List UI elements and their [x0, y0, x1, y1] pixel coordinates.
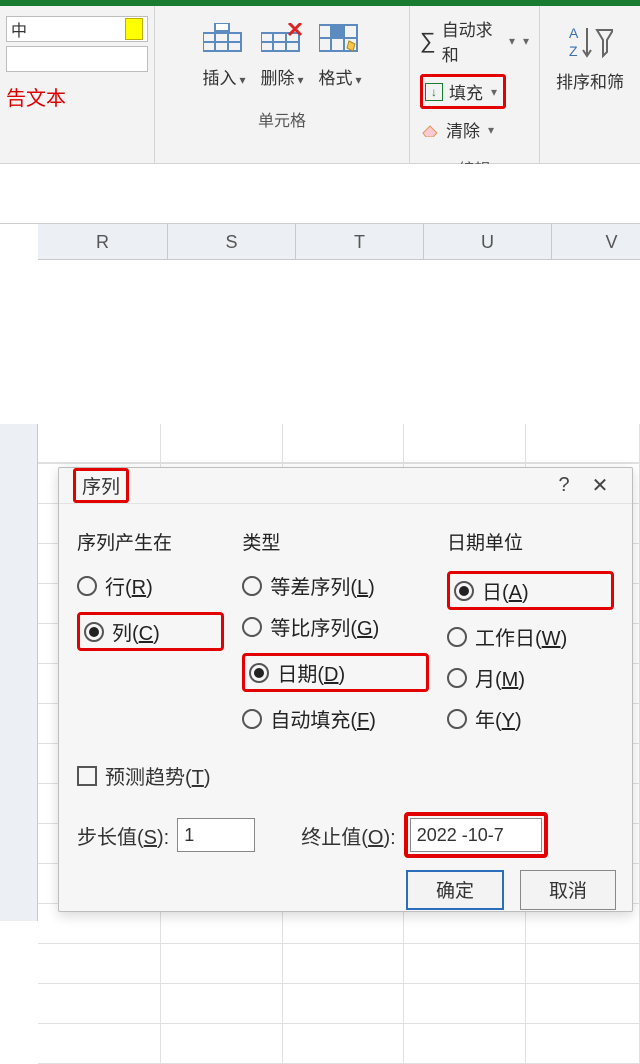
insert-label: 插入 — [202, 69, 236, 88]
series-in-label: 序列产生在 — [77, 528, 224, 555]
style-input[interactable]: 中 — [6, 16, 148, 42]
radio-column[interactable]: 列(C) — [84, 617, 211, 646]
ribbon: 中 告文本 插入▾ 删除▾ 格式▾ — [0, 6, 640, 164]
col-head-S[interactable]: S — [168, 224, 296, 260]
checkbox-icon — [77, 766, 97, 786]
warning-text: 告文本 — [6, 82, 148, 111]
row-headers — [0, 424, 38, 921]
ribbon-cells-group: 插入▾ 删除▾ 格式▾ 单元格 — [155, 6, 410, 163]
svg-text:A: A — [569, 25, 579, 41]
col-head-R[interactable]: R — [38, 224, 168, 260]
ribbon-left-panel: 中 告文本 — [0, 6, 155, 163]
radio-row[interactable]: 行(R) — [77, 571, 224, 600]
delete-button[interactable]: 删除▾ — [259, 18, 305, 89]
series-dialog: 序列 ? ✕ 序列产生在 行(R) 列(C) — [58, 467, 633, 912]
radio-linear[interactable]: 等差序列(L) — [242, 571, 429, 600]
eraser-icon — [420, 123, 440, 137]
clear-label: 清除 — [446, 117, 480, 142]
sort-filter-button[interactable]: AZ 排序和筛 — [556, 24, 624, 93]
formula-bar[interactable] — [0, 164, 640, 224]
format-cells-icon — [317, 18, 363, 58]
sort-label: 排序和筛 — [556, 68, 624, 93]
insert-cells-icon — [201, 18, 247, 58]
radio-year[interactable]: 年(Y) — [447, 704, 614, 733]
format-button[interactable]: 格式▾ — [317, 18, 363, 89]
fill-button[interactable]: ↓ 填充 ▾ — [420, 74, 506, 109]
trend-checkbox[interactable]: 预测趋势(T) — [77, 761, 614, 790]
column-headers-row: R S T U V — [38, 224, 640, 260]
dialog-header: 序列 ? ✕ — [59, 468, 632, 504]
radio-month[interactable]: 月(M) — [447, 663, 614, 692]
dialog-help-button[interactable]: ? — [546, 474, 582, 497]
dialog-footer: 确定 取消 — [59, 868, 632, 911]
style-input-value: 中 — [11, 17, 27, 41]
step-label: 步长值(S): — [77, 821, 169, 850]
ok-button[interactable]: 确定 — [406, 870, 504, 910]
step-input[interactable]: 1 — [177, 818, 255, 852]
dialog-title: 序列 — [73, 468, 129, 503]
fill-down-icon: ↓ — [425, 83, 443, 101]
cells-group-label: 单元格 — [258, 107, 306, 131]
date-unit-label: 日期单位 — [447, 528, 614, 555]
radio-day[interactable]: 日(A) — [454, 576, 601, 605]
ribbon-sort-group: AZ 排序和筛 — [540, 6, 640, 163]
col-head-U[interactable]: U — [424, 224, 552, 260]
radio-date[interactable]: 日期(D) — [249, 658, 416, 687]
insert-button[interactable]: 插入▾ — [201, 18, 247, 89]
clear-button[interactable]: 清除 ▾ — [420, 117, 494, 142]
delete-label: 删除 — [260, 69, 294, 88]
delete-cells-icon — [259, 18, 305, 58]
svg-text:Z: Z — [569, 43, 578, 59]
fill-label: 填充 — [449, 79, 483, 104]
dialog-close-button[interactable]: ✕ — [582, 473, 618, 498]
stop-input[interactable]: 2022 -10-7 — [410, 818, 542, 852]
ribbon-edit-group: ∑ 自动求和 ▾ ▾ ↓ 填充 ▾ 清除 ▾ 编辑 — [410, 6, 540, 163]
col-head-T[interactable]: T — [296, 224, 424, 260]
sigma-icon: ∑ — [420, 28, 436, 54]
radio-weekday[interactable]: 工作日(W) — [447, 622, 614, 651]
type-label: 类型 — [242, 528, 429, 555]
highlight-swatch — [125, 18, 143, 40]
radio-autofill[interactable]: 自动填充(F) — [242, 704, 429, 733]
cancel-button[interactable]: 取消 — [520, 870, 616, 910]
col-head-V[interactable]: V — [552, 224, 640, 260]
sort-icon: AZ — [567, 24, 613, 62]
format-label: 格式 — [318, 69, 352, 88]
style-input-2[interactable] — [6, 46, 148, 72]
radio-growth[interactable]: 等比序列(G) — [242, 612, 429, 641]
stop-label: 终止值(O): — [301, 821, 395, 850]
autosum-label: 自动求和 — [442, 16, 501, 66]
autosum-button[interactable]: ∑ 自动求和 ▾ ▾ — [420, 16, 529, 66]
